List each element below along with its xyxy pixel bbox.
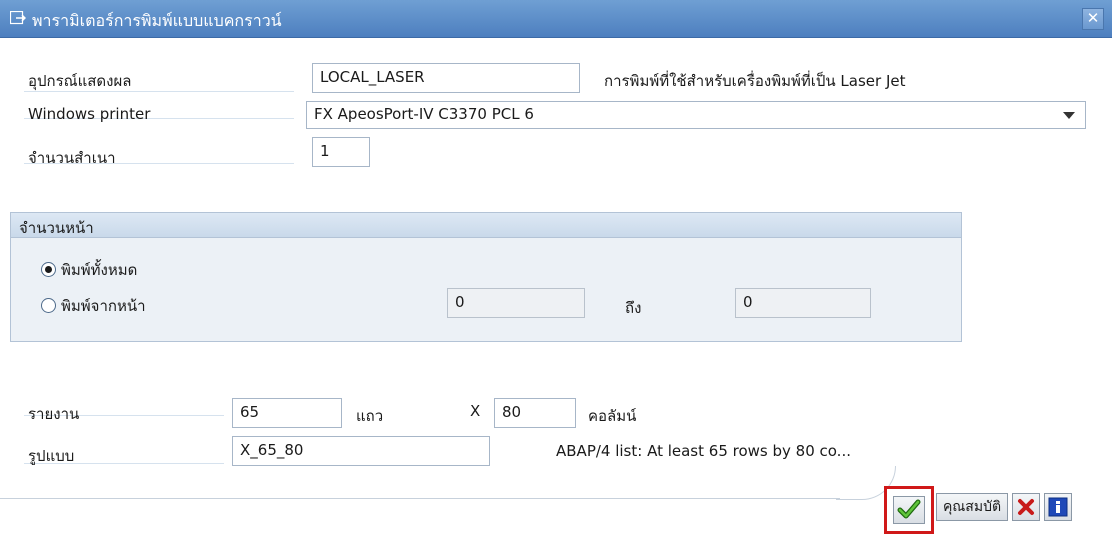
footer-separator [0, 498, 840, 499]
windows-printer-value: FX ApeosPort-IV C3370 PCL 6 [314, 105, 534, 123]
x-label: X [470, 402, 481, 420]
info-button[interactable] [1044, 493, 1072, 521]
output-device-description: การพิมพ์ที่ใช้สำหรับเครื่องพิมพ์ที่เป็น … [604, 72, 906, 90]
confirm-button[interactable] [884, 486, 934, 534]
confirm-button-face[interactable] [893, 496, 925, 524]
print-all-label: พิมพ์ทั้งหมด [61, 261, 138, 279]
windows-printer-label: Windows printer [28, 105, 151, 123]
copies-label: จำนวนสำเนา [28, 149, 116, 167]
copies-input[interactable]: 1 [312, 137, 370, 167]
print-from-label: พิมพ์จากหน้า [61, 297, 146, 315]
cancel-button[interactable] [1012, 493, 1040, 521]
print-from-radio[interactable] [41, 298, 56, 313]
dialog-titlebar: พารามิเตอร์การพิมพ์แบบแบคกราวน์ ✕ [0, 0, 1112, 38]
format-input[interactable]: X_65_80 [232, 436, 490, 466]
report-label: รายงาน [28, 405, 80, 423]
to-page-input[interactable]: 0 [735, 288, 871, 318]
page-range-header: จำนวนหน้า [11, 213, 961, 238]
print-all-radio[interactable] [41, 262, 56, 277]
windows-printer-select[interactable]: FX ApeosPort-IV C3370 PCL 6 [306, 101, 1086, 129]
rows-input[interactable]: 65 [232, 398, 342, 428]
cancel-x-icon [1018, 499, 1034, 515]
to-label: ถึง [625, 299, 642, 317]
output-device-input[interactable]: LOCAL_LASER [312, 63, 580, 93]
columns-unit-label: คอลัมน์ [588, 407, 637, 425]
page-range-group: จำนวนหน้า พิมพ์ทั้งหมด พิมพ์จากหน้า 0 ถึ… [10, 212, 962, 342]
rows-unit-label: แถว [356, 407, 384, 425]
format-label: รูปแบบ [28, 447, 75, 465]
output-device-label: อุปกรณ์แสดงผล [28, 72, 132, 90]
info-icon [1048, 497, 1068, 517]
from-page-input[interactable]: 0 [447, 288, 585, 318]
page-range-title: จำนวนหน้า [19, 219, 94, 237]
chevron-down-icon[interactable] [1063, 112, 1075, 119]
close-icon[interactable]: ✕ [1082, 8, 1104, 30]
checkmark-icon [897, 499, 921, 519]
dialog-title: พารามิเตอร์การพิมพ์แบบแบคกราวน์ [32, 11, 282, 30]
columns-input[interactable]: 80 [494, 398, 576, 428]
dialog-icon [10, 11, 26, 25]
properties-button[interactable]: คุณสมบัติ [936, 493, 1008, 521]
format-description: ABAP/4 list: At least 65 rows by 80 co..… [556, 442, 851, 460]
dialog-body: อุปกรณ์แสดงผล LOCAL_LASER การพิมพ์ที่ใช้… [0, 38, 1112, 540]
